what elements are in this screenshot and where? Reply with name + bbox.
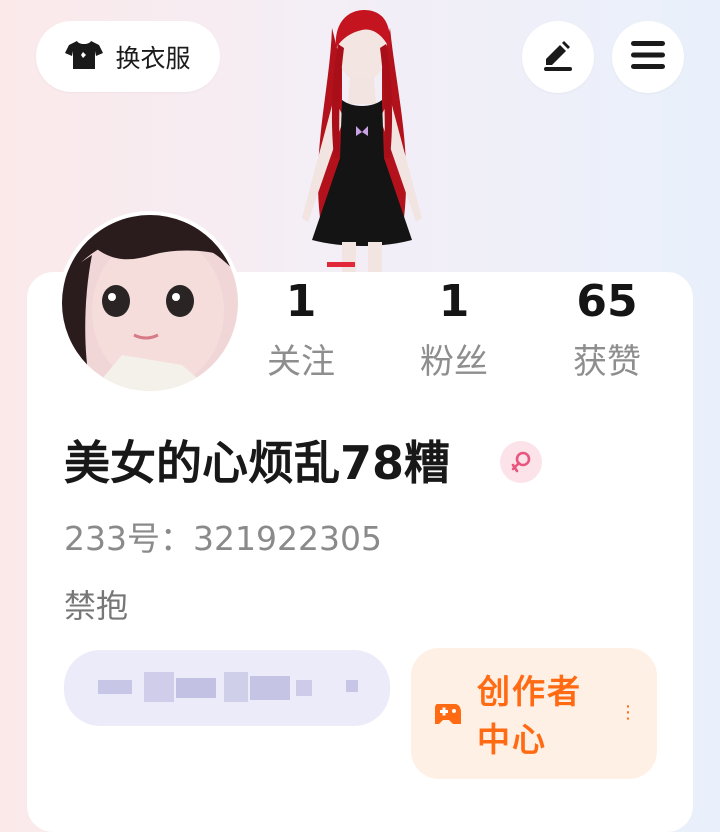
following-count: 1 <box>285 276 317 327</box>
likes-count: 65 <box>576 276 638 327</box>
change-outfit-button[interactable]: 换衣服 <box>36 21 220 92</box>
stat-likes[interactable]: 65 获赞 <box>552 276 662 384</box>
blurred-info-pill[interactable] <box>64 650 390 726</box>
creator-center-button[interactable]: 创作者中心 ⋮ <box>411 648 657 779</box>
username: 美女的心烦乱78糟 <box>64 436 451 490</box>
change-outfit-label: 换衣服 <box>115 43 191 73</box>
creator-center-label: 创作者中心 <box>477 672 582 759</box>
female-icon <box>500 441 542 483</box>
stat-fans[interactable]: 1 粉丝 <box>399 276 509 384</box>
shirt-icon <box>65 39 104 75</box>
menu-button[interactable] <box>612 21 684 93</box>
profile-avatar[interactable] <box>62 215 238 391</box>
fans-count: 1 <box>438 276 470 327</box>
pen-icon <box>540 39 576 75</box>
menu-icon <box>631 41 665 73</box>
user-id: 233号：321922305 <box>64 519 382 558</box>
bio-text: 禁抱 <box>64 587 129 625</box>
following-label: 关注 <box>267 342 335 382</box>
stat-following[interactable]: 1 关注 <box>246 276 356 384</box>
more-dots-icon: ⋮ <box>619 702 637 723</box>
character-avatar-figure[interactable] <box>272 8 452 278</box>
likes-label: 获赞 <box>573 342 641 382</box>
fans-label: 粉丝 <box>420 342 488 382</box>
edit-profile-button[interactable] <box>522 21 594 93</box>
game-controller-icon <box>433 700 463 732</box>
